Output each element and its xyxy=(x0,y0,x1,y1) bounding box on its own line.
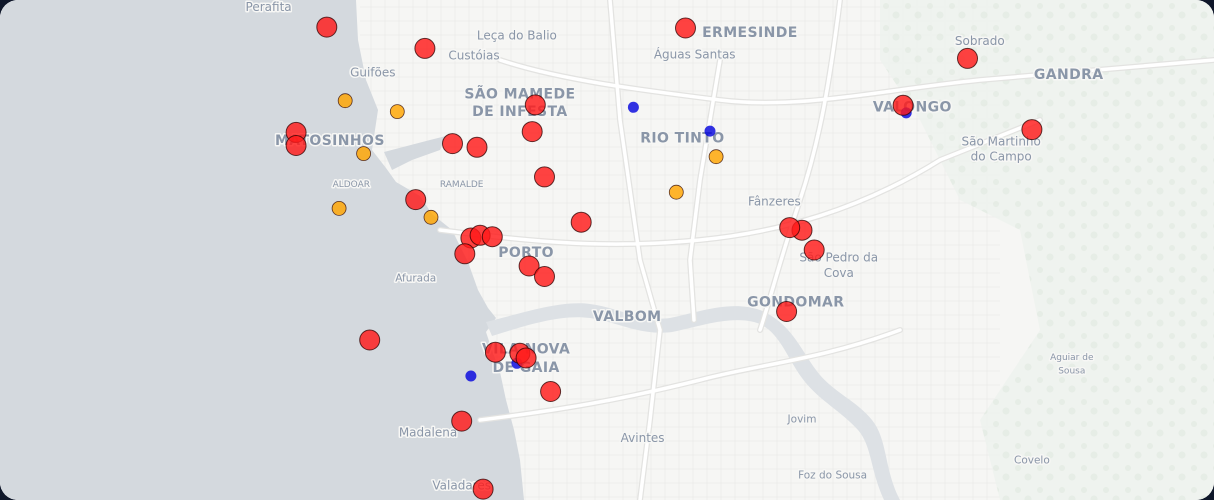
place-label: VALBOM xyxy=(593,309,662,325)
high-marker[interactable] xyxy=(540,381,562,402)
high-marker[interactable] xyxy=(414,37,436,59)
place-label: Aguiar de xyxy=(1050,353,1094,363)
high-marker[interactable] xyxy=(892,94,914,116)
place-label: ERMESINDE xyxy=(702,25,798,41)
medium-marker[interactable] xyxy=(337,93,353,109)
high-marker[interactable] xyxy=(957,47,978,69)
low-marker[interactable] xyxy=(465,370,477,382)
high-marker[interactable] xyxy=(405,189,427,211)
high-marker[interactable] xyxy=(472,478,494,500)
place-label: Perafita xyxy=(246,0,292,14)
place-label: Jovim xyxy=(787,414,817,426)
place-label: SÃO MAMEDE xyxy=(464,85,575,102)
place-label: Cova xyxy=(824,266,854,280)
basemap xyxy=(0,0,1214,500)
high-marker[interactable] xyxy=(285,135,307,156)
place-label: DE INFESTA xyxy=(472,104,568,120)
map-canvas[interactable]: Perafita Leça do Balio Custóias ERMESINDE Ág… xyxy=(0,0,1214,500)
high-marker[interactable] xyxy=(466,136,488,158)
high-marker[interactable] xyxy=(534,266,555,287)
place-label: Afurada xyxy=(395,273,436,285)
place-label: Madalena xyxy=(399,426,457,440)
high-marker[interactable] xyxy=(534,166,555,188)
high-marker[interactable] xyxy=(484,341,506,363)
map-view[interactable]: Perafita Leça do Balio Custóias ERMESINDE Ág… xyxy=(0,0,1214,500)
place-label: Sobrado xyxy=(955,34,1005,48)
place-label: Custóias xyxy=(448,49,499,63)
place-label: GANDRA xyxy=(1034,67,1104,83)
place-label: Covelo xyxy=(1014,454,1050,466)
high-marker[interactable] xyxy=(316,16,338,38)
high-marker[interactable] xyxy=(515,347,537,369)
place-label: Guifões xyxy=(350,66,395,80)
high-marker[interactable] xyxy=(451,410,473,432)
high-marker[interactable] xyxy=(675,17,696,39)
place-label: Fânzeres xyxy=(748,195,801,209)
medium-marker[interactable] xyxy=(708,149,724,165)
place-label: Foz do Sousa xyxy=(798,470,867,482)
low-marker[interactable] xyxy=(704,125,716,137)
high-marker[interactable] xyxy=(359,329,381,351)
place-label: Sousa xyxy=(1058,367,1085,377)
medium-marker[interactable] xyxy=(423,209,439,225)
high-marker[interactable] xyxy=(776,301,798,322)
place-label: Avintes xyxy=(621,431,665,445)
high-marker[interactable] xyxy=(570,211,592,233)
medium-marker[interactable] xyxy=(331,200,347,216)
medium-marker[interactable] xyxy=(356,146,372,162)
medium-marker[interactable] xyxy=(389,104,405,119)
high-marker[interactable] xyxy=(803,239,825,261)
high-marker[interactable] xyxy=(779,217,801,239)
high-marker[interactable] xyxy=(521,121,543,143)
place-label: do Campo xyxy=(971,150,1032,164)
medium-marker[interactable] xyxy=(668,184,684,200)
high-marker[interactable] xyxy=(524,94,546,116)
place-label: RAMALDE xyxy=(440,180,484,190)
place-label: ALDOAR xyxy=(333,180,370,190)
place-label: Águas Santas xyxy=(654,46,736,61)
high-marker[interactable] xyxy=(442,133,463,155)
low-marker[interactable] xyxy=(627,101,639,113)
place-label: Leça do Balio xyxy=(477,29,557,43)
high-marker[interactable] xyxy=(454,243,476,265)
high-marker[interactable] xyxy=(481,226,503,248)
high-marker[interactable] xyxy=(1021,119,1043,141)
